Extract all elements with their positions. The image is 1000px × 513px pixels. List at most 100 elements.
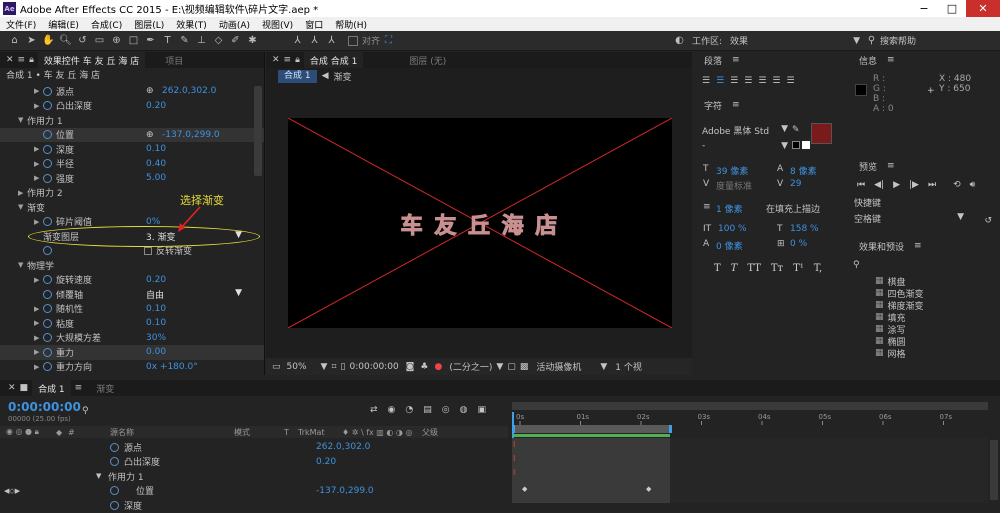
stopwatch-icon[interactable]	[110, 486, 119, 496]
expand-right-icon[interactable]: ▶	[34, 276, 43, 284]
stopwatch-icon[interactable]	[43, 347, 52, 357]
tsume-field[interactable]: ⊞ 0 %	[774, 239, 844, 249]
eyedropper-icon[interactable]: ✎	[792, 125, 800, 135]
preset-item[interactable]: ▦ 四色渐变	[875, 287, 1000, 300]
menu-help[interactable]: 帮助(H)	[329, 18, 373, 31]
menu-composition[interactable]: 合成(C)	[85, 18, 128, 31]
zoom-select[interactable]: 50%	[287, 362, 307, 372]
effect-property-row[interactable]: ▼ 作用力 1	[0, 113, 264, 128]
expand-right-icon[interactable]: ▶	[34, 102, 43, 110]
clone-stamp-tool-icon[interactable]: ⊥	[193, 32, 210, 49]
property-value[interactable]: 0.10	[146, 318, 166, 328]
black-swatch[interactable]	[792, 141, 800, 149]
zoom-tool-icon[interactable]: 🔍︎	[57, 32, 74, 49]
property-value[interactable]: 0.40	[146, 159, 166, 169]
justify-center-icon[interactable]: ☰	[758, 76, 766, 86]
close-icon[interactable]: ✕	[272, 55, 280, 65]
font-size-field[interactable]: T 39 像素	[700, 164, 770, 177]
work-area-bar[interactable]	[512, 402, 988, 410]
justify-left-icon[interactable]: ☰	[744, 76, 752, 86]
timeline-property-row[interactable]: 深度	[0, 498, 508, 513]
stopwatch-icon[interactable]	[43, 144, 52, 154]
target-icon[interactable]: ⊕	[146, 130, 154, 140]
stopwatch-icon[interactable]	[43, 318, 52, 328]
menu-layer[interactable]: 图层(L)	[128, 18, 170, 31]
preset-item[interactable]: ▦ 填充	[875, 311, 1000, 324]
justify-all-icon[interactable]: ☰	[786, 76, 794, 86]
stopwatch-icon[interactable]	[43, 217, 52, 227]
puppet-pin-tool-icon[interactable]: ✱	[244, 32, 261, 49]
stopwatch-icon[interactable]	[43, 304, 52, 314]
workspace-select[interactable]: 效果 ▼	[727, 34, 863, 48]
stopwatch-icon[interactable]	[43, 101, 52, 111]
stopwatch-icon[interactable]	[43, 86, 52, 96]
leading-field[interactable]: A8 像素	[774, 164, 844, 177]
camera-tool-icon[interactable]: ▭	[91, 32, 108, 49]
property-value[interactable]: 0.20	[316, 457, 336, 467]
effect-property-row[interactable]: ▶ 重力 0.00	[0, 345, 264, 360]
col-t[interactable]: T	[284, 428, 298, 437]
stopwatch-icon[interactable]	[43, 289, 52, 299]
tab-composition[interactable]: 合成 合成 1	[303, 52, 364, 68]
roto-brush-tool-icon[interactable]: ✐	[227, 32, 244, 49]
effect-property-row[interactable]: ▶ 深度 0.10	[0, 142, 264, 157]
menu-icon[interactable]: ≡	[887, 161, 895, 171]
menu-icon[interactable]: ≡	[18, 55, 26, 65]
stroke-mode-select[interactable]: 在填充上描边	[766, 202, 846, 215]
axis-world-icon[interactable]: ⅄	[306, 32, 323, 49]
maximize-button[interactable]: □	[938, 0, 966, 17]
property-value[interactable]: 30%	[146, 333, 166, 343]
menu-window[interactable]: 窗口	[299, 18, 329, 31]
resolution-select[interactable]: (二分之一)	[449, 360, 492, 373]
preset-item[interactable]: ▦ 棋盘	[875, 275, 1000, 288]
baseline-shift-field[interactable]: A0 像素	[700, 239, 770, 252]
property-value[interactable]: 0.00	[146, 347, 166, 357]
expand-down-icon[interactable]: ▼	[18, 203, 27, 211]
menu-edit[interactable]: 编辑(E)	[42, 18, 85, 31]
small-caps-button[interactable]: Tт	[771, 263, 783, 274]
timeline-scrollbar[interactable]	[990, 440, 998, 500]
col-parent[interactable]: 父级	[422, 427, 438, 438]
lock-icon[interactable]: 🔒︎	[29, 55, 34, 65]
superscript-button[interactable]: T¹	[793, 263, 804, 274]
draft-3d-icon[interactable]: ◉	[388, 405, 396, 415]
font-style-select[interactable]: - ▼	[702, 141, 788, 153]
last-frame-icon[interactable]: ⏭	[928, 180, 936, 190]
preset-item[interactable]: ▦ 涂写	[875, 323, 1000, 336]
expand-right-icon[interactable]: ▶	[34, 348, 43, 356]
expand-right-icon[interactable]: ▶	[34, 160, 43, 168]
comp-mini-flow-icon[interactable]: ⇄	[370, 405, 378, 415]
eraser-tool-icon[interactable]: ◇	[210, 32, 227, 49]
hand-tool-icon[interactable]: ✋	[40, 32, 57, 49]
expand-down-icon[interactable]: ▼	[18, 261, 27, 269]
effect-property-row[interactable]: ▶ 随机性 0.10	[0, 302, 264, 317]
first-frame-icon[interactable]: ⏮	[857, 180, 865, 190]
selection-tool-icon[interactable]: ➤	[23, 32, 40, 49]
stopwatch-icon[interactable]	[110, 500, 119, 510]
current-time[interactable]: 0:00:00:00	[8, 400, 81, 414]
property-value[interactable]: 5.00	[146, 173, 166, 183]
property-value[interactable]: 262.0,302.0	[162, 86, 216, 96]
snapshot-icon[interactable]: ◙	[406, 362, 415, 372]
effect-property-row[interactable]: ▶ 凸出深度 0.20	[0, 99, 264, 114]
close-icon[interactable]: ✕	[8, 383, 16, 393]
pen-tool-icon[interactable]: ✒	[142, 32, 159, 49]
faux-italic-button[interactable]: T	[731, 263, 738, 274]
property-value[interactable]: 262.0,302.0	[316, 442, 370, 452]
tracking-field[interactable]: V 29	[774, 179, 844, 189]
align-left-icon[interactable]: ☰	[702, 76, 710, 86]
subscript-button[interactable]: T,	[814, 263, 822, 274]
expand-down-icon[interactable]: ▼	[18, 116, 27, 124]
preset-item[interactable]: ▦ 梯度渐变	[875, 299, 1000, 312]
menu-icon[interactable]: ≡	[284, 55, 292, 65]
transparency-grid-icon[interactable]: ▩	[520, 362, 529, 372]
property-value[interactable]: 0.10	[146, 304, 166, 314]
scrollbar[interactable]	[254, 86, 262, 176]
rotate-tool-icon[interactable]: ↺	[74, 32, 91, 49]
stopwatch-icon[interactable]	[110, 442, 119, 452]
expand-right-icon[interactable]: ▶	[34, 319, 43, 327]
align-right-icon[interactable]: ☰	[730, 76, 738, 86]
align-center-icon[interactable]: ☰	[716, 76, 724, 86]
graph-editor-icon[interactable]: ◍	[460, 405, 468, 415]
kerning-field[interactable]: V 度量标准	[700, 179, 770, 192]
